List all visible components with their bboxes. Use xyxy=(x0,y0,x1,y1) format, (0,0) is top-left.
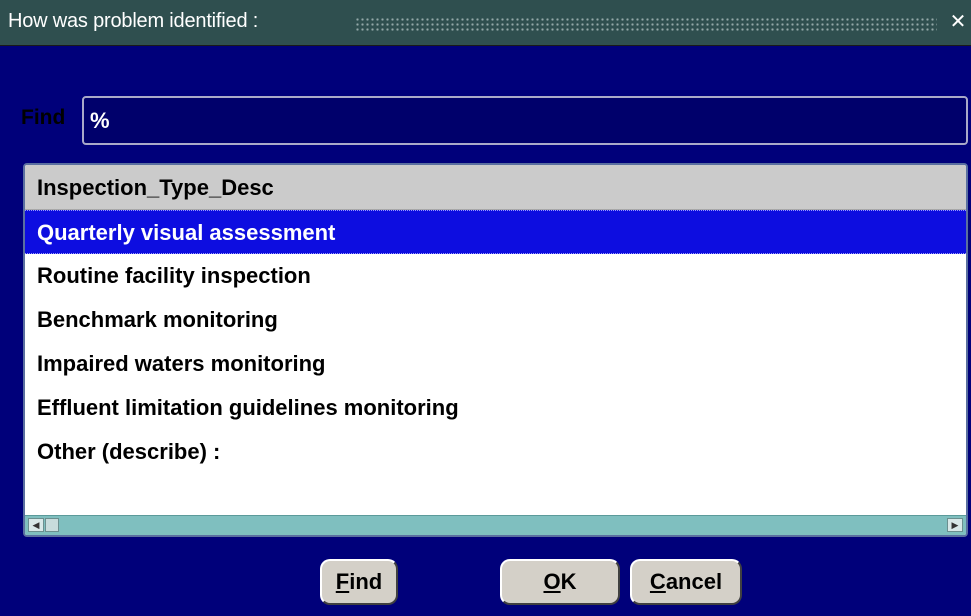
list-item-label: Other (describe) : xyxy=(37,439,221,464)
ok-button-label: K xyxy=(560,569,577,594)
cancel-button[interactable]: Cancel xyxy=(630,559,742,605)
cancel-button-label: ancel xyxy=(665,569,723,594)
lov-dialog: How was problem identified : ✕ Find Insp… xyxy=(0,0,971,616)
find-button-label: ind xyxy=(349,569,383,594)
window-title: How was problem identified : xyxy=(8,10,259,32)
column-header[interactable]: Inspection_Type_Desc xyxy=(25,165,966,210)
list-item-label: Routine facility inspection xyxy=(37,263,311,288)
list-item-label: Effluent limitation guidelines monitorin… xyxy=(37,395,459,420)
results-list: Inspection_Type_Desc Quarterly visual as… xyxy=(23,163,968,537)
find-button-mnemonic: F xyxy=(335,569,350,594)
list-item-label: Benchmark monitoring xyxy=(37,307,278,332)
find-label: Find xyxy=(21,106,66,129)
list-item[interactable]: Effluent limitation guidelines monitorin… xyxy=(25,386,966,430)
close-icon[interactable]: ✕ xyxy=(947,10,969,34)
cancel-button-mnemonic: C xyxy=(649,569,666,594)
find-button[interactable]: Find xyxy=(320,559,398,605)
scroll-thumb[interactable] xyxy=(45,518,59,532)
horizontal-scrollbar[interactable]: ◀ ▶ xyxy=(25,515,966,535)
scroll-right-icon[interactable]: ▶ xyxy=(947,518,963,532)
scroll-left-icon[interactable]: ◀ xyxy=(28,518,44,532)
list-item[interactable]: Other (describe) : xyxy=(25,430,966,474)
list-item[interactable]: Benchmark monitoring xyxy=(25,298,966,342)
list-item-label: Impaired waters monitoring xyxy=(37,351,326,376)
list-item[interactable]: Impaired waters monitoring xyxy=(25,342,966,386)
find-input[interactable] xyxy=(82,96,968,145)
list-item-label: Quarterly visual assessment xyxy=(37,220,336,245)
ok-button-mnemonic: O xyxy=(543,569,561,594)
list-item[interactable]: Quarterly visual assessment xyxy=(25,210,966,254)
title-drag-grip[interactable] xyxy=(355,17,937,31)
title-bar[interactable]: How was problem identified : ✕ xyxy=(0,0,971,46)
ok-button[interactable]: OK xyxy=(500,559,620,605)
column-header-label: Inspection_Type_Desc xyxy=(37,175,274,200)
list-item[interactable]: Routine facility inspection xyxy=(25,254,966,298)
